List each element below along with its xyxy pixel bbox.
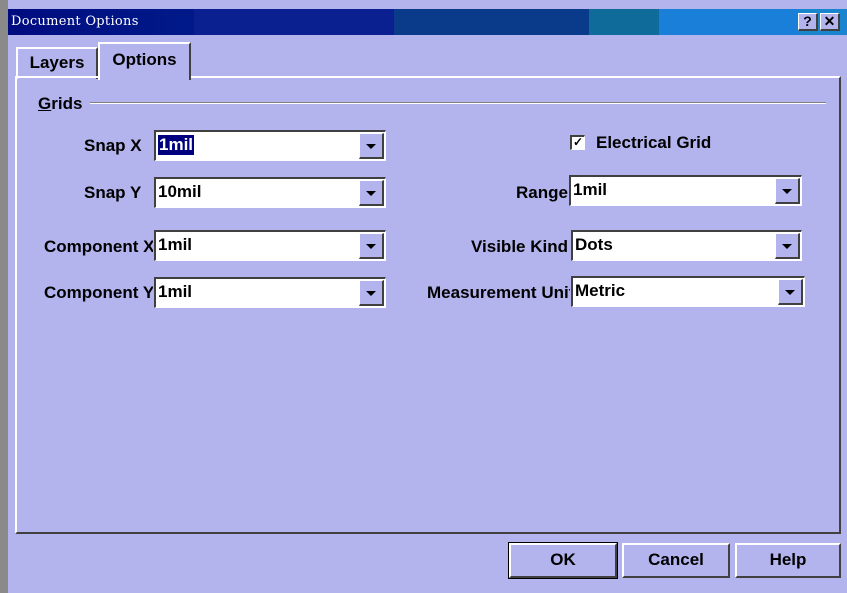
- close-icon[interactable]: ✕: [820, 13, 840, 31]
- cancel-button[interactable]: Cancel: [622, 543, 730, 578]
- help-icon[interactable]: ?: [798, 13, 818, 31]
- component-x-label: Component X: [44, 237, 153, 256]
- snap-y-combo[interactable]: 10mil: [154, 177, 386, 208]
- document-options-dialog: Document Options ? ✕ Layers Options Grid…: [0, 0, 847, 593]
- component-x-value: 1mil: [158, 235, 193, 254]
- snap-x-value: 1mil: [158, 135, 195, 155]
- window-title: Document Options: [11, 14, 139, 29]
- ok-button[interactable]: OK: [508, 542, 618, 579]
- component-y-value: 1mil: [158, 282, 193, 301]
- chevron-down-icon[interactable]: [778, 279, 803, 305]
- chevron-down-icon[interactable]: [359, 133, 384, 159]
- visible-kind-combo[interactable]: Dots: [571, 230, 802, 261]
- chevron-down-icon[interactable]: [359, 280, 384, 306]
- chevron-down-icon[interactable]: [775, 178, 800, 204]
- tab-layers[interactable]: Layers: [16, 47, 98, 79]
- measurement-unit-value: Metric: [575, 281, 626, 300]
- range-label: Range: [516, 183, 568, 202]
- grids-group-label: Grids: [38, 94, 83, 113]
- snap-y-label: Snap Y: [84, 183, 142, 202]
- snap-y-value: 10mil: [158, 182, 202, 201]
- chevron-down-icon[interactable]: [775, 233, 800, 259]
- range-combo[interactable]: 1mil: [569, 175, 802, 206]
- range-value: 1mil: [573, 180, 608, 199]
- tab-options[interactable]: Options: [98, 42, 191, 80]
- component-y-combo[interactable]: 1mil: [154, 277, 386, 308]
- measurement-unit-label: Measurement Unit: [427, 283, 570, 302]
- background-window-edge: [0, 0, 8, 593]
- electrical-grid-checkbox[interactable]: ✓: [570, 135, 585, 150]
- help-button[interactable]: Help: [735, 543, 841, 578]
- chevron-down-icon[interactable]: [359, 233, 384, 259]
- electrical-grid-label[interactable]: Electrical Grid: [596, 133, 711, 153]
- chevron-down-icon[interactable]: [359, 180, 384, 206]
- component-x-combo[interactable]: 1mil: [154, 230, 386, 261]
- visible-kind-value: Dots: [575, 235, 613, 254]
- snap-x-label: Snap X: [84, 136, 142, 155]
- measurement-unit-combo[interactable]: Metric: [571, 276, 805, 307]
- grids-group-divider: [90, 102, 826, 104]
- snap-x-combo[interactable]: 1mil: [154, 130, 386, 161]
- component-y-label: Component Y: [44, 283, 153, 302]
- title-bar[interactable]: Document Options ? ✕: [8, 9, 847, 35]
- visible-kind-label: Visible Kind: [471, 237, 568, 256]
